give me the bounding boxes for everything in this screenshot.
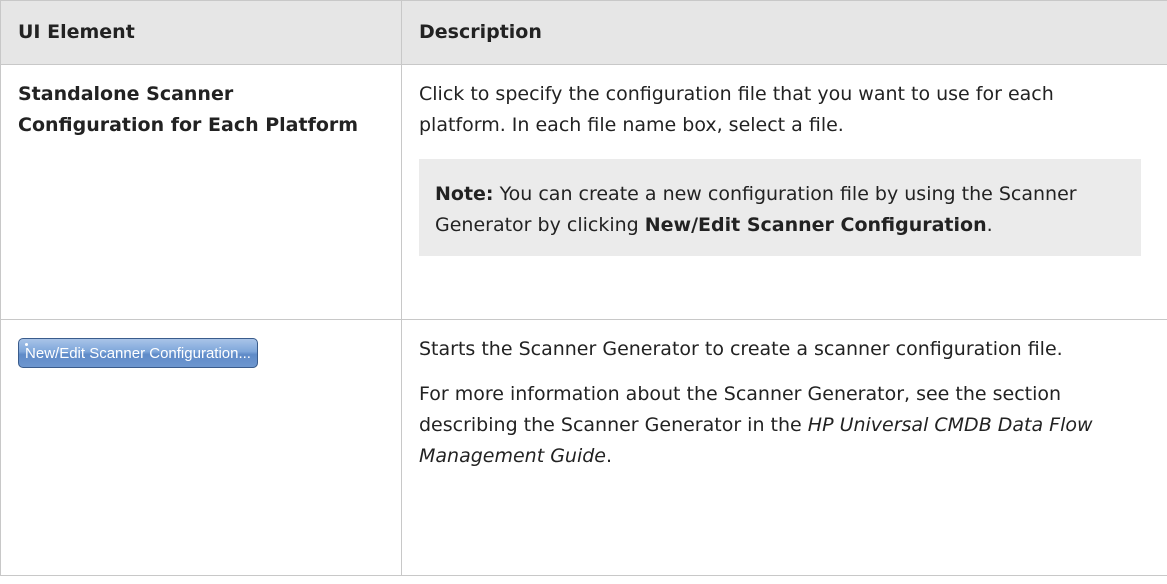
element-name-line2: Configuration for Each Platform [18, 114, 359, 136]
button-highlight-dot [25, 343, 28, 346]
header-ui-element: UI Element [0, 0, 402, 65]
ui-element-cell: New/Edit Scanner Configuration... [0, 319, 402, 576]
element-name-line1: Standalone Scanner [18, 83, 234, 105]
note-label: Note: [435, 183, 494, 205]
note-box: Note: You can create a new configuration… [419, 159, 1141, 256]
description-text: Starts the Scanner Generator to create a… [419, 338, 1063, 360]
description-text: Click to specify the configuration file … [419, 83, 1054, 136]
note-text-end: . [986, 214, 993, 236]
table-row: Standalone Scanner Configuration for Eac… [0, 64, 1167, 320]
button-label: New/Edit Scanner Configuration... [25, 345, 251, 362]
ui-element-table: UI Element Description Standalone Scanne… [0, 0, 1167, 576]
description-more-info: For more information about the Scanner G… [419, 379, 1141, 472]
table-header-row: UI Element Description [0, 0, 1167, 65]
more-info-end: . [606, 445, 613, 467]
element-name: Standalone Scanner Configuration for Eac… [18, 79, 391, 141]
note-bold-text: New/Edit Scanner Configuration [644, 214, 987, 236]
header-description: Description [401, 0, 1167, 65]
ui-element-cell: Standalone Scanner Configuration for Eac… [0, 64, 402, 320]
description-cell: Click to specify the configuration file … [401, 64, 1167, 320]
description-cell: Starts the Scanner Generator to create a… [401, 319, 1167, 576]
table-row: New/Edit Scanner Configuration... Starts… [0, 319, 1167, 576]
new-edit-scanner-configuration-button[interactable]: New/Edit Scanner Configuration... [18, 338, 258, 368]
